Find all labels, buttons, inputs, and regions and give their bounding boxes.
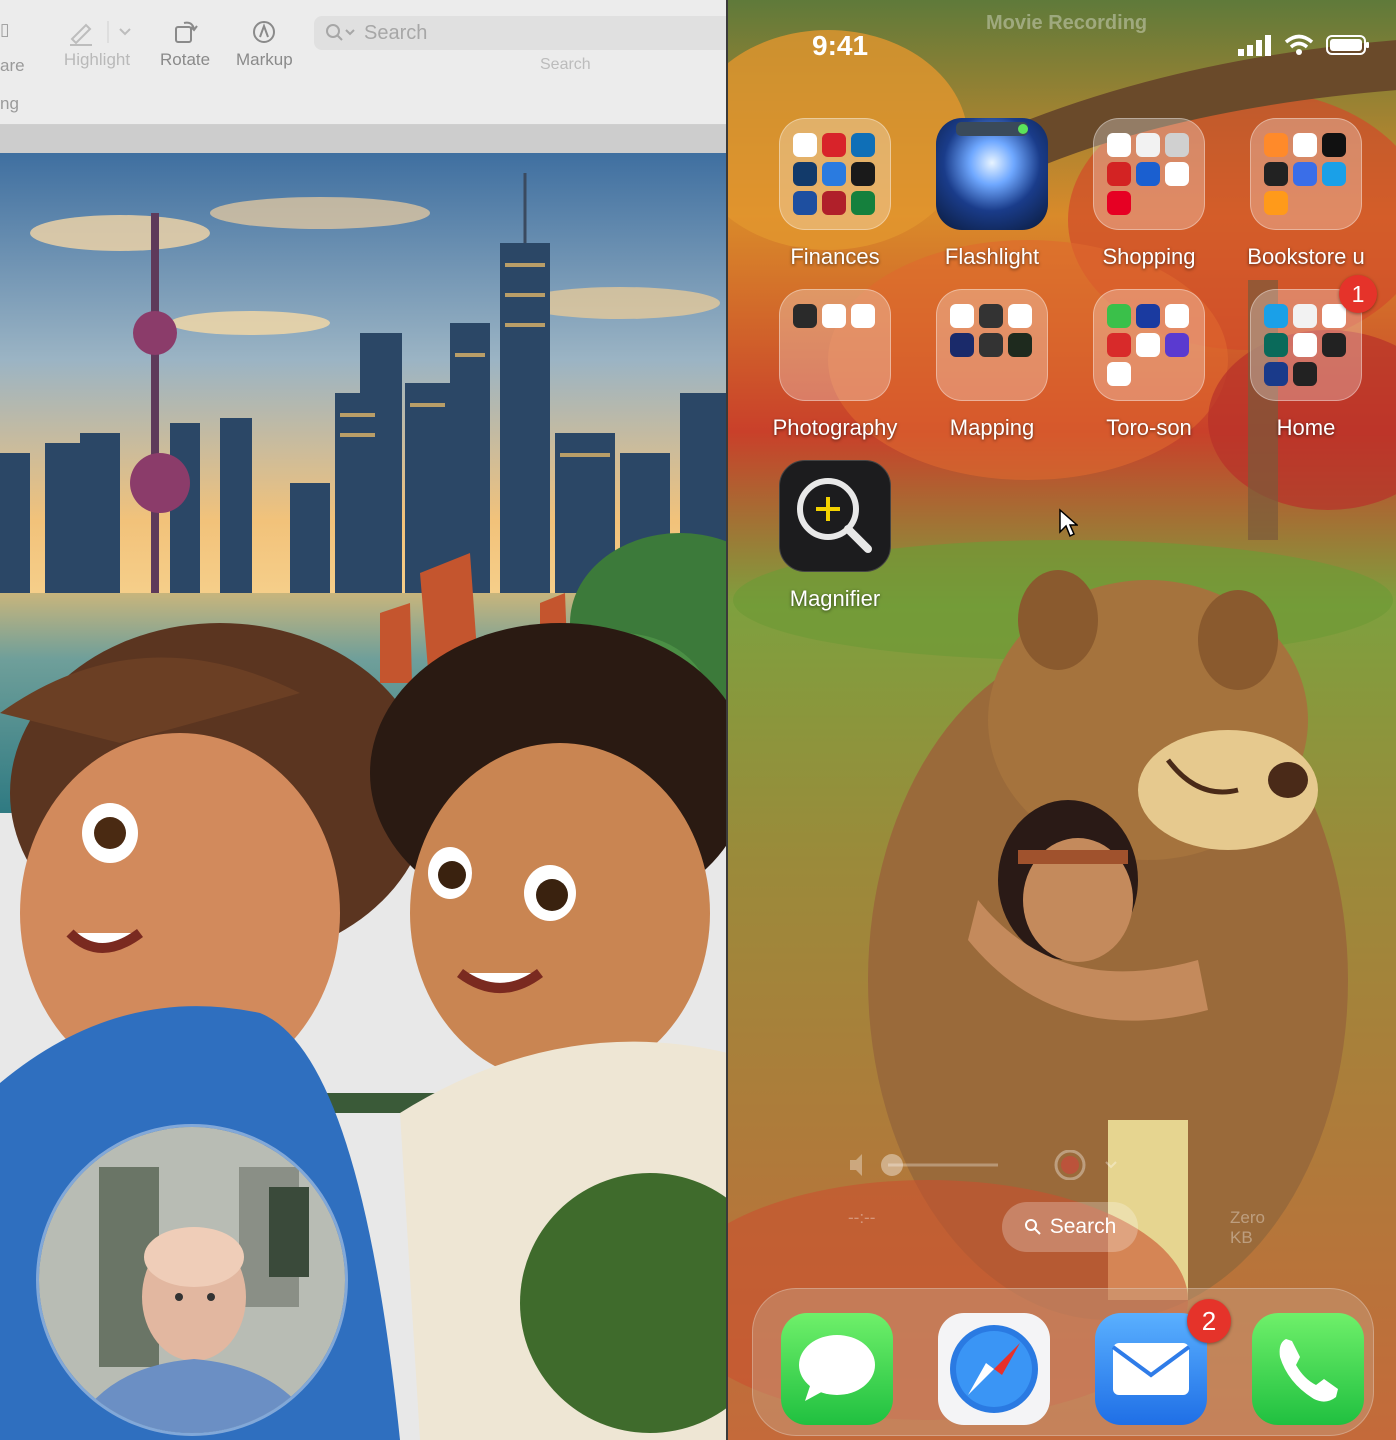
- markup-icon: [253, 21, 276, 43]
- shopping-folder-icon: [1093, 118, 1205, 230]
- recording-size: Zero KB: [1230, 1208, 1265, 1247]
- messages-icon: [799, 1335, 875, 1401]
- finances-folder-icon: [779, 118, 891, 230]
- status-icons: [1238, 34, 1370, 56]
- folder-label-bookstore: Bookstore u: [1247, 244, 1365, 269]
- rotate-label: Rotate: [160, 50, 211, 69]
- folder-label-home: Home: [1276, 415, 1336, 440]
- home-notification-badge: 1: [1339, 275, 1377, 313]
- photography-folder-icon: [779, 289, 891, 401]
- webcam-overlay[interactable]: [36, 1124, 348, 1436]
- toolbar-second-row-label: ng: [0, 94, 19, 113]
- document-gutter: [0, 125, 728, 153]
- app-flashlight[interactable]: Flashlight: [917, 118, 1067, 270]
- iphone-mirroring-window: Movie Recording 9:41 Finances Flashlight…: [726, 0, 1396, 1440]
- markup-label: Markup: [236, 50, 293, 69]
- search-field[interactable]: Search: [314, 16, 728, 50]
- dock: 2: [752, 1288, 1374, 1436]
- battery-icon: [1326, 35, 1369, 55]
- flashlight-icon: [936, 118, 1048, 230]
- folder-label-mapping: Mapping: [949, 415, 1035, 440]
- markup-button[interactable]: Markup: [236, 14, 293, 70]
- app-label-flashlight: Flashlight: [944, 244, 1040, 269]
- status-time: 9:41: [812, 30, 869, 61]
- presenter-camera-image: [39, 1127, 345, 1433]
- cellular-signal-icon: [1238, 35, 1271, 56]
- bookstore-folder-icon: [1250, 118, 1362, 230]
- folder-finances[interactable]: Finances: [760, 118, 910, 270]
- folder-home[interactable]: Home 1: [1231, 275, 1381, 441]
- recording-time: --:--: [848, 1208, 876, 1227]
- dock-phone[interactable]: [1252, 1313, 1364, 1425]
- highlight-button[interactable]: Highlight: [62, 14, 132, 70]
- folder-shopping[interactable]: Shopping: [1074, 118, 1224, 270]
- folder-photography[interactable]: Photography: [760, 289, 910, 441]
- phone-icon: [1279, 1339, 1338, 1402]
- search-icon: [1024, 1219, 1041, 1235]
- preview-toolbar: ▯ are ng Highlight Rotate Markup Search …: [0, 0, 728, 125]
- highlight-label: Highlight: [63, 50, 131, 69]
- folder-toro-son[interactable]: Toro-son: [1074, 289, 1224, 441]
- folder-mapping[interactable]: Mapping: [917, 289, 1067, 441]
- recording-window-title: Movie Recording: [986, 12, 1148, 34]
- search-placeholder: Search: [364, 21, 428, 44]
- app-label-magnifier: Magnifier: [789, 586, 881, 611]
- toro-son-folder-icon: [1093, 289, 1205, 401]
- search-toolbar-label: Search: [540, 56, 591, 73]
- mapping-folder-icon: [936, 289, 1048, 401]
- volume-slider[interactable]: [848, 1150, 1268, 1180]
- app-magnifier[interactable]: Magnifier: [760, 460, 910, 612]
- folder-label-toro-son: Toro-son: [1106, 415, 1192, 440]
- safari-icon: [950, 1325, 1038, 1413]
- folder-bookstore[interactable]: Bookstore u: [1231, 118, 1381, 270]
- home-search-pill[interactable]: Search: [1002, 1202, 1138, 1252]
- search-icon: [326, 24, 355, 41]
- share-label[interactable]: are: [0, 56, 25, 76]
- folder-label-photography: Photography: [772, 415, 898, 440]
- home-search-label: Search: [1049, 1215, 1117, 1238]
- highlight-pen-icon: [70, 21, 131, 46]
- preview-window: ▯ are ng Highlight Rotate Markup Search …: [0, 0, 728, 1440]
- rotate-icon: [175, 21, 198, 43]
- wifi-icon: [1284, 34, 1314, 55]
- magnifier-icon: [779, 460, 891, 572]
- rotate-button[interactable]: Rotate: [160, 14, 210, 70]
- dock-messages[interactable]: [781, 1313, 893, 1425]
- mouse-pointer-icon: [1059, 508, 1078, 538]
- mail-notification-badge: 2: [1187, 1299, 1231, 1343]
- share-icon-cut[interactable]: ▯: [0, 20, 9, 40]
- folder-label-shopping: Shopping: [1102, 244, 1196, 269]
- dock-safari[interactable]: [938, 1313, 1050, 1425]
- folder-label-finances: Finances: [790, 244, 880, 269]
